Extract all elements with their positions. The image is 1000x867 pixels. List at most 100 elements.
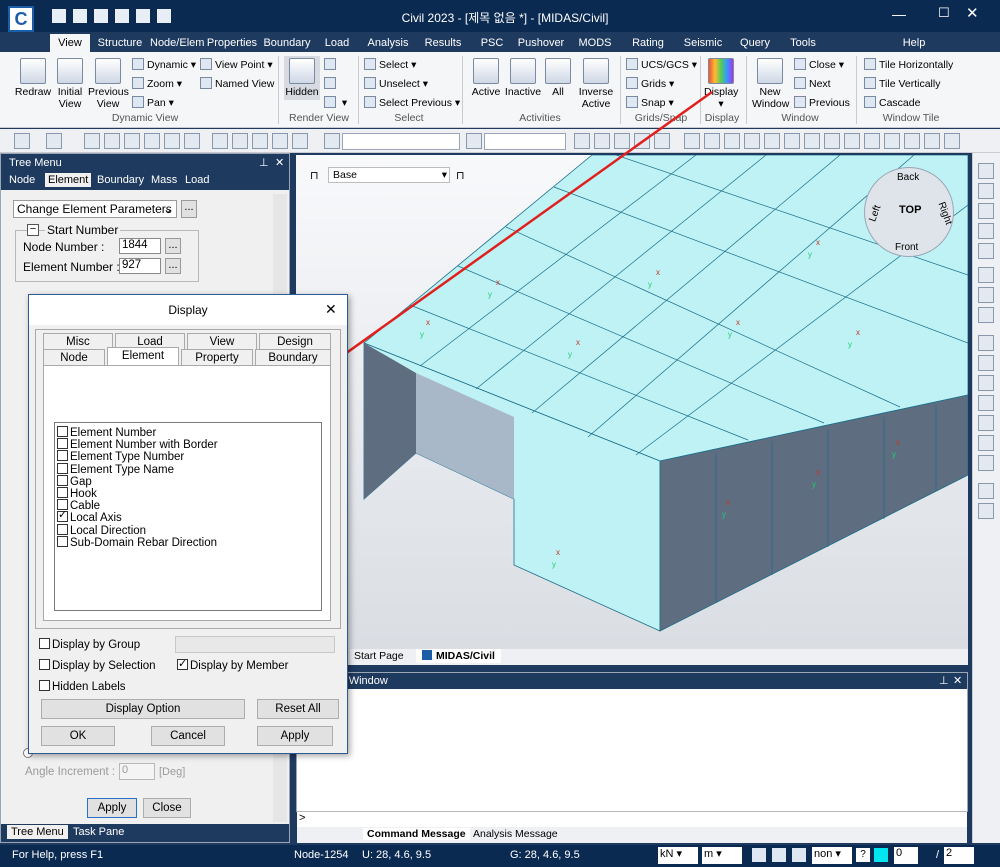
- checkbox-icon: [39, 638, 50, 649]
- dtab-property[interactable]: Property: [181, 349, 253, 365]
- display-item-label: Sub-Domain Rebar Direction: [70, 536, 218, 549]
- display-item-label: Gap: [70, 475, 92, 488]
- hidden-labels-checkbox[interactable]: Hidden Labels: [39, 680, 126, 693]
- checkbox-icon: [57, 509, 68, 523]
- zoom-out-icon[interactable]: [978, 223, 994, 239]
- display-item-label: Element Number: [70, 427, 157, 439]
- display-item-checkbox[interactable]: Gap: [57, 474, 92, 488]
- display-item-checkbox[interactable]: Local Axis: [57, 509, 122, 525]
- display-item-label: Element Number with Border: [70, 439, 218, 452]
- right-toolbar: [972, 153, 1000, 843]
- ok-button[interactable]: OK: [41, 726, 115, 746]
- display-item-checkbox[interactable]: Hook: [57, 487, 97, 500]
- tool-icon[interactable]: [978, 483, 994, 499]
- dtab-node[interactable]: Node: [43, 349, 105, 365]
- display-by-group-checkbox[interactable]: Display by Group: [39, 638, 140, 651]
- snap-tool-icon[interactable]: [792, 848, 806, 862]
- checkbox-icon: [57, 462, 68, 474]
- tool-icon[interactable]: [978, 267, 994, 283]
- snap-tool-icon[interactable]: [772, 848, 786, 862]
- help-question-icon[interactable]: ?: [856, 848, 870, 862]
- force-unit-value: kN: [660, 848, 674, 860]
- checkbox-icon: [57, 426, 68, 437]
- display-option-button[interactable]: Display Option: [41, 699, 245, 719]
- tool-icon[interactable]: [978, 455, 994, 471]
- display-item-checkbox[interactable]: Element Type Name: [57, 462, 174, 476]
- dtab-design[interactable]: Design: [259, 333, 331, 349]
- status-u-coords: U: 28, 4.6, 9.5: [362, 849, 432, 861]
- status-bar: For Help, press F1 Node-1254 U: 28, 4.6,…: [0, 845, 1000, 867]
- length-unit-value: m: [704, 848, 714, 860]
- display-by-selection-label: Display by Selection: [52, 660, 156, 672]
- tool-icon[interactable]: [978, 163, 994, 179]
- tool-icon[interactable]: [978, 307, 994, 323]
- display-item-label: Local Axis: [70, 512, 122, 525]
- display-item-label: Element Type Number: [70, 451, 185, 464]
- checkbox-icon: [57, 438, 68, 450]
- command-input[interactable]: >: [297, 811, 967, 827]
- display-by-group-label: Display by Group: [52, 639, 141, 651]
- tool-icon[interactable]: [978, 435, 994, 451]
- dtab-view[interactable]: View: [187, 333, 257, 349]
- dtab-misc[interactable]: Misc: [43, 333, 113, 349]
- tool-icon[interactable]: [978, 183, 994, 199]
- checkbox-icon: [39, 659, 50, 670]
- page-current-value: 0: [896, 847, 903, 859]
- tool-icon[interactable]: [978, 335, 994, 351]
- dialog-close-button[interactable]: ✕: [325, 301, 337, 318]
- apply-button[interactable]: Apply: [257, 726, 333, 746]
- page-total-value: 2: [946, 847, 953, 859]
- snap-tool-icon[interactable]: [752, 848, 766, 862]
- display-item-label: Hook: [70, 488, 97, 500]
- display-item-checkbox[interactable]: Local Direction: [57, 523, 147, 537]
- display-item-checkbox[interactable]: Element Number: [57, 426, 156, 439]
- display-by-member-label: Display by Member: [190, 660, 289, 672]
- display-item-checkbox[interactable]: Element Number with Border: [57, 438, 218, 451]
- checkbox-icon: [57, 535, 68, 547]
- tool-icon[interactable]: [978, 395, 994, 411]
- page-total-input[interactable]: 2: [944, 847, 974, 864]
- message-window-titlebar: Message Window⊥✕: [297, 673, 967, 689]
- pan-hand-icon[interactable]: [978, 287, 994, 303]
- checkbox-icon: [57, 450, 68, 462]
- dtab-boundary[interactable]: Boundary: [255, 349, 331, 365]
- zoom-fit-icon[interactable]: [978, 243, 994, 259]
- status-node: Node-1254: [294, 849, 349, 861]
- zoom-in-icon[interactable]: [978, 203, 994, 219]
- dtab-element[interactable]: Element: [107, 347, 179, 365]
- checkbox-icon: [57, 523, 68, 535]
- checkbox-icon: [57, 487, 68, 498]
- page-current-input[interactable]: 0: [894, 847, 918, 864]
- display-dialog-title: Display: [29, 295, 347, 325]
- display-item-checkbox[interactable]: Sub-Domain Rebar Direction: [57, 535, 218, 549]
- group-select[interactable]: [175, 636, 335, 653]
- reset-all-button[interactable]: Reset All: [257, 699, 339, 719]
- snap-mode-select[interactable]: non ▾: [812, 847, 852, 864]
- display-by-selection-checkbox[interactable]: Display by Selection: [39, 659, 156, 672]
- length-unit-select[interactable]: m ▾: [702, 847, 742, 864]
- cancel-button[interactable]: Cancel: [151, 726, 225, 746]
- status-g-coords: G: 28, 4.6, 9.5: [510, 849, 580, 861]
- display-item-checkbox[interactable]: Element Type Number: [57, 450, 184, 463]
- display-dialog: Display ✕ Misc Load View Design Node Ele…: [28, 294, 348, 754]
- display-by-member-checkbox[interactable]: Display by Member: [177, 657, 289, 672]
- tool-icon[interactable]: [978, 355, 994, 371]
- display-item-label: Local Direction: [70, 524, 147, 537]
- close-message-icon[interactable]: ✕: [953, 673, 962, 689]
- tab-analysis-message[interactable]: Analysis Message: [473, 828, 558, 840]
- pin-icon[interactable]: ⊥: [939, 673, 949, 689]
- tool-icon[interactable]: [978, 503, 994, 519]
- tool-icon[interactable]: [978, 375, 994, 391]
- checkbox-icon: [177, 657, 188, 670]
- tab-command-message[interactable]: Command Message: [363, 828, 470, 840]
- color-swatch[interactable]: [874, 848, 888, 862]
- status-help: For Help, press F1: [12, 849, 104, 861]
- message-window[interactable]: Message Window⊥✕ > Command Message Analy…: [296, 672, 968, 843]
- tool-icon[interactable]: [978, 415, 994, 431]
- display-item-label: Cable: [70, 500, 101, 513]
- message-tabs: Command Message Analysis Message: [297, 827, 967, 843]
- display-item-label: Element Type Name: [70, 463, 174, 476]
- force-unit-select[interactable]: kN ▾: [658, 847, 698, 864]
- checkbox-icon: [57, 474, 68, 486]
- element-display-list: Element Number Element Number with Border…: [54, 422, 322, 611]
